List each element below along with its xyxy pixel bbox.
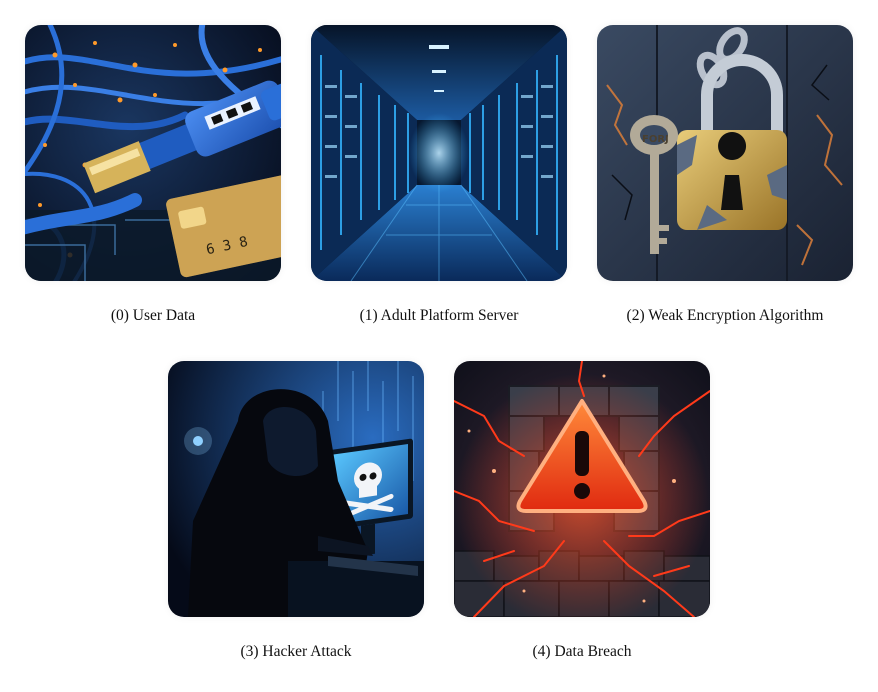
panel-hacker-attack-image — [168, 361, 424, 617]
usb-cable-illustration: 6 3 8 — [25, 25, 281, 281]
data-breach-warning-illustration — [454, 361, 710, 617]
caption-weak-encryption-algorithm: (2) Weak Encryption Algorithm — [626, 307, 824, 324]
panel-server-image — [311, 25, 567, 281]
hooded-hacker-illustration — [168, 361, 424, 617]
caption-hacker-attack: (3) Hacker Attack — [240, 643, 352, 660]
panel-weak-encryption-image: FORJ — [597, 25, 853, 281]
caption-user-data: (0) User Data — [110, 307, 196, 324]
caption-data-breach: (4) Data Breach — [532, 643, 632, 660]
key-label: FORJ — [642, 134, 669, 145]
server-room-illustration — [311, 25, 567, 281]
caption-adult-platform-server: (1) Adult Platform Server — [359, 307, 519, 324]
panel-user-data-image: 6 3 8 — [25, 25, 281, 281]
broken-padlock-illustration: FORJ — [597, 25, 853, 281]
panel-data-breach-image — [454, 361, 710, 617]
